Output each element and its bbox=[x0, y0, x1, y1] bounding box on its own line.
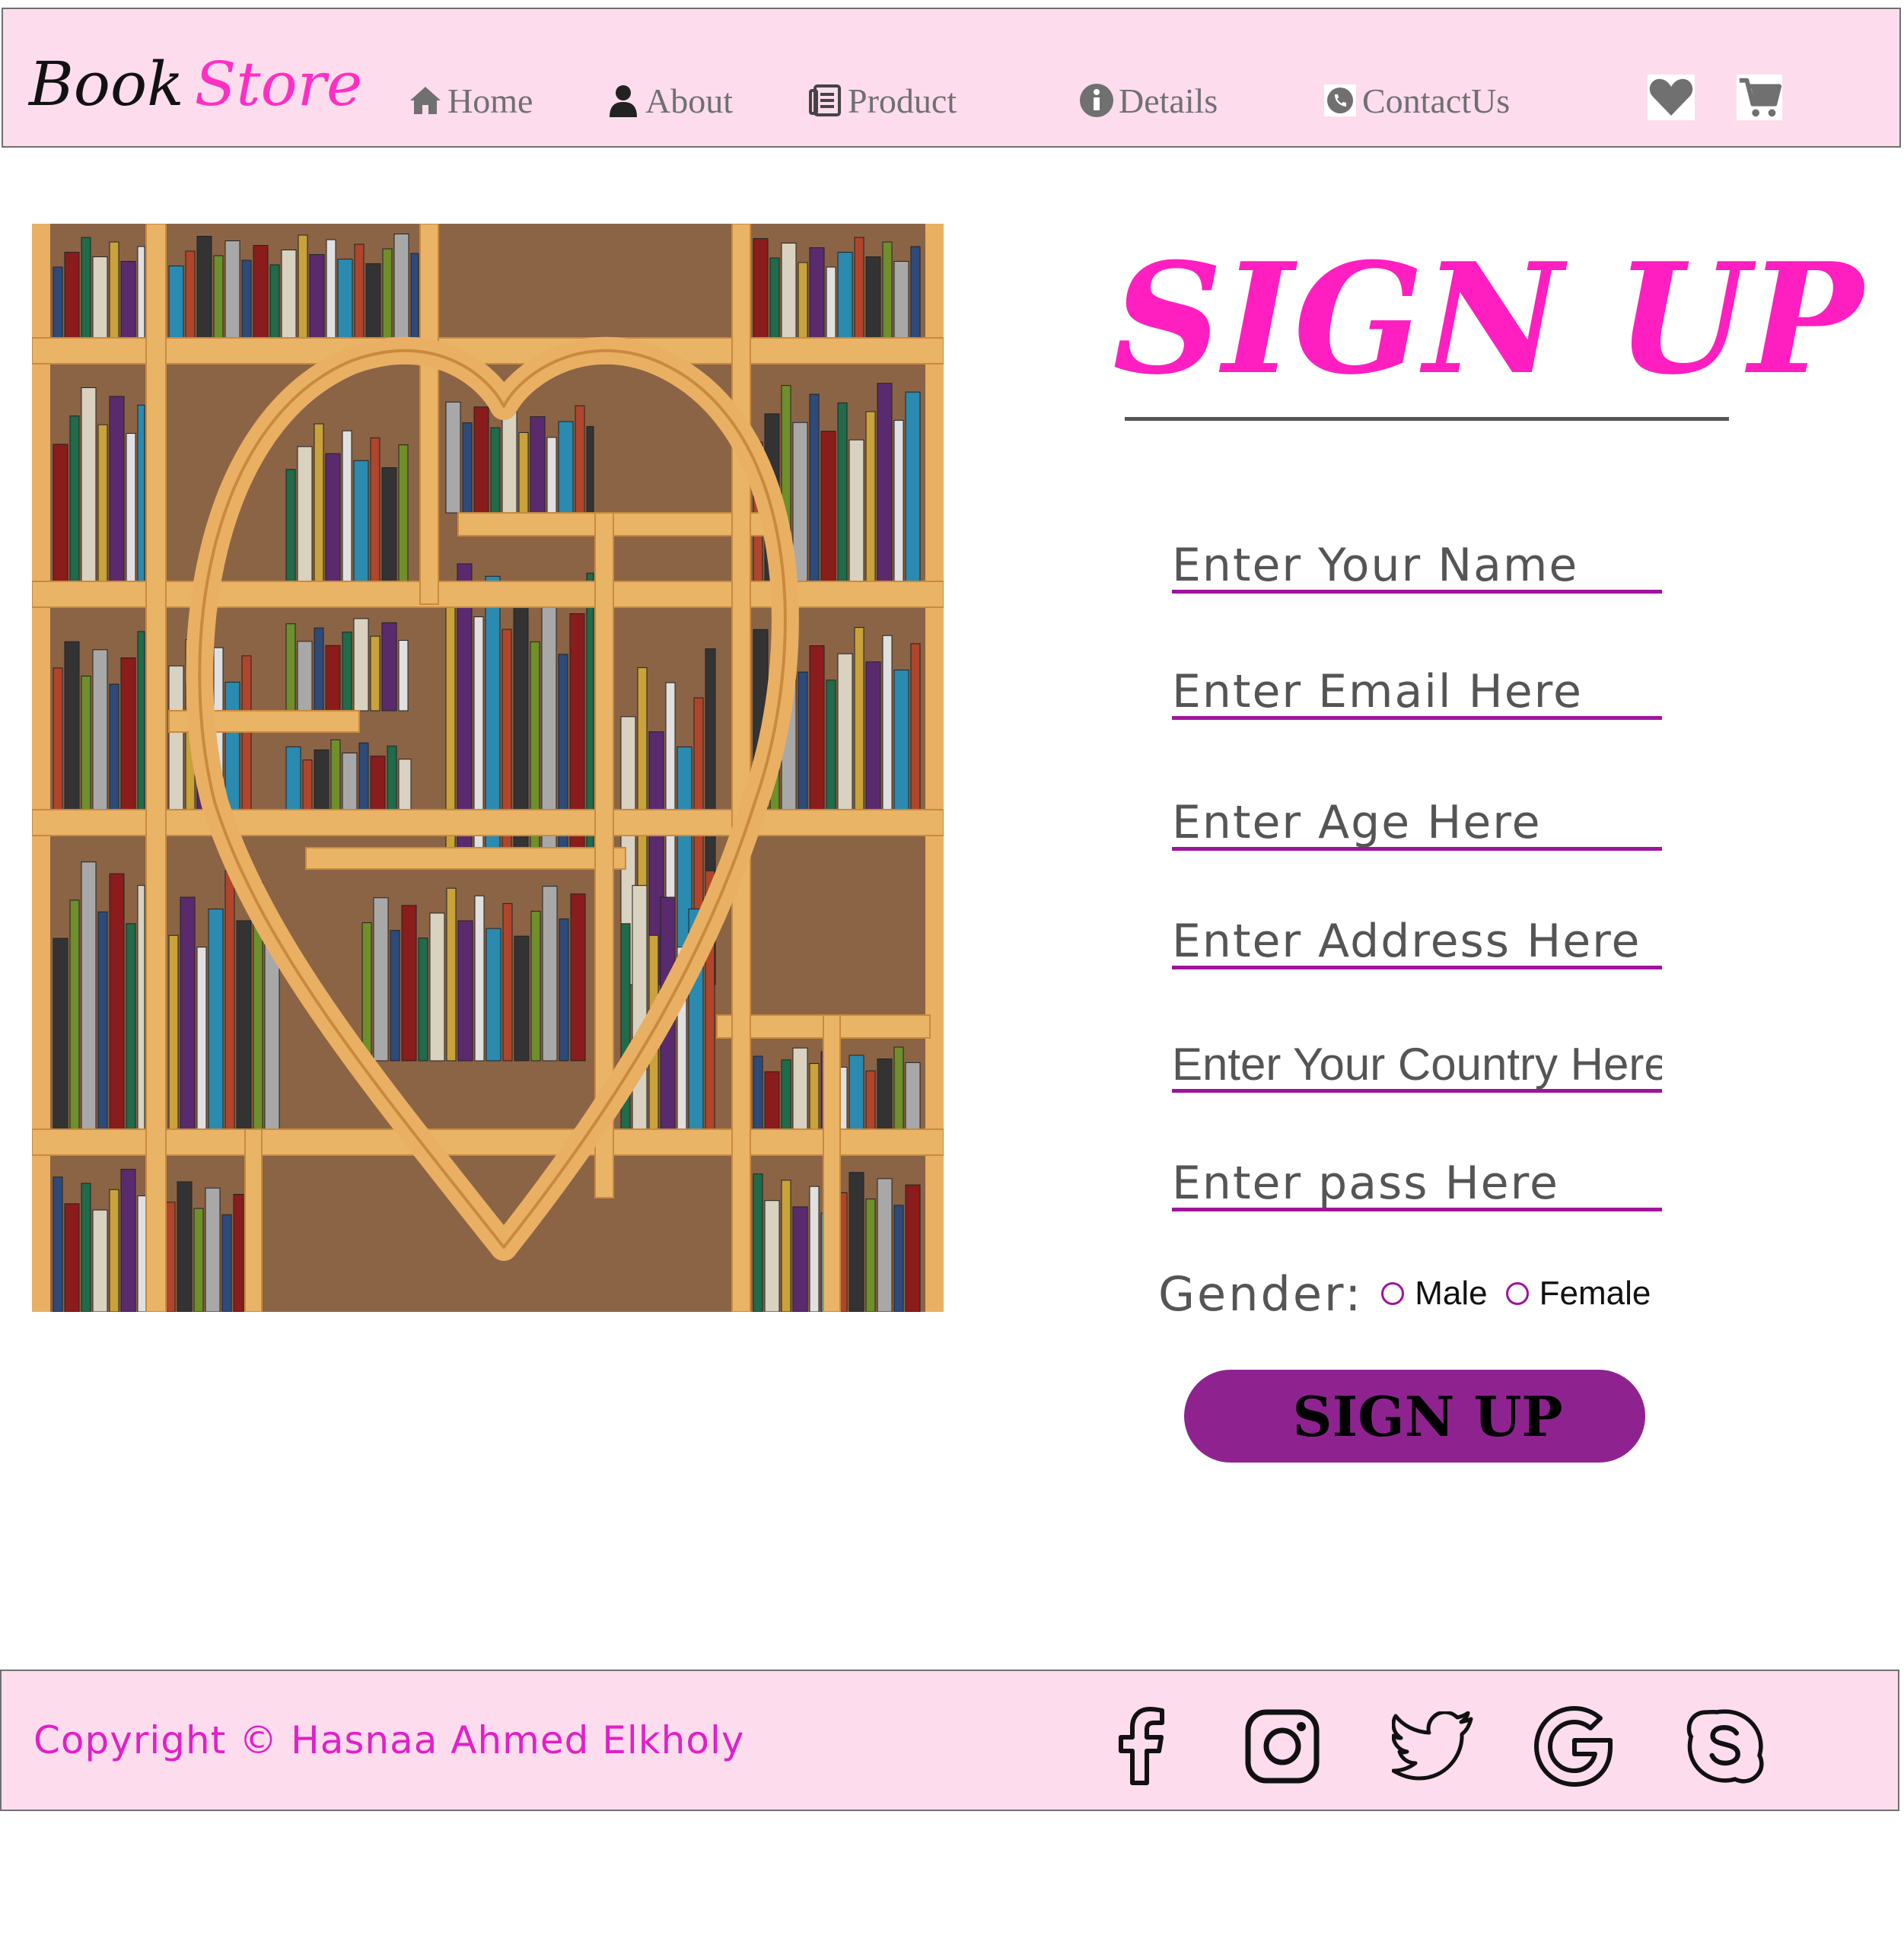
country-field[interactable] bbox=[1172, 1039, 1662, 1093]
phone-icon bbox=[1323, 83, 1358, 118]
address-field[interactable] bbox=[1172, 916, 1662, 969]
document-icon bbox=[808, 83, 843, 118]
name-field[interactable] bbox=[1172, 540, 1662, 594]
nav-details-label: Details bbox=[1119, 81, 1218, 120]
signup-button[interactable]: SIGN UP bbox=[1184, 1370, 1645, 1463]
female-label: Female bbox=[1539, 1275, 1651, 1312]
nav-product[interactable]: Product bbox=[808, 70, 957, 131]
copyright-text: Copyright © Hasnaa Ahmed Elkholy bbox=[33, 1718, 745, 1762]
heart-bookshelf-image bbox=[31, 223, 944, 1313]
skype-icon[interactable] bbox=[1685, 1705, 1769, 1788]
user-icon bbox=[606, 83, 641, 118]
gender-selector: Gender: Male Female bbox=[1158, 1263, 1669, 1324]
age-field[interactable] bbox=[1172, 797, 1662, 851]
google-icon[interactable] bbox=[1533, 1705, 1616, 1788]
gender-label: Gender: bbox=[1158, 1265, 1364, 1322]
twitter-icon[interactable] bbox=[1391, 1705, 1475, 1788]
logo-store-text: Store bbox=[194, 49, 363, 119]
info-icon bbox=[1079, 83, 1114, 118]
footer: Copyright © Hasnaa Ahmed Elkholy bbox=[0, 1670, 1899, 1811]
male-radio[interactable] bbox=[1381, 1282, 1405, 1305]
cart-icon[interactable] bbox=[1735, 73, 1784, 122]
email-field[interactable] bbox=[1172, 667, 1662, 720]
facebook-icon[interactable] bbox=[1100, 1705, 1184, 1788]
nav-contactus-label: ContactUs bbox=[1362, 81, 1511, 120]
instagram-icon[interactable] bbox=[1240, 1705, 1324, 1788]
nav-details[interactable]: Details bbox=[1079, 70, 1218, 131]
logo[interactable]: Book Store bbox=[29, 49, 362, 119]
nav-about[interactable]: About bbox=[606, 70, 733, 131]
password-field[interactable] bbox=[1172, 1158, 1662, 1211]
nav-contactus[interactable]: ContactUs bbox=[1323, 70, 1510, 131]
female-radio[interactable] bbox=[1505, 1282, 1529, 1305]
nav-home[interactable]: Home bbox=[408, 70, 533, 131]
logo-book-text: Book bbox=[29, 49, 184, 119]
top-navbar: Book Store Home About Product Details Con… bbox=[2, 8, 1901, 148]
nav-home-label: Home bbox=[447, 81, 533, 120]
nav-about-label: About bbox=[645, 81, 733, 120]
heart-icon[interactable] bbox=[1647, 73, 1695, 122]
nav-product-label: Product bbox=[848, 81, 957, 120]
title-divider bbox=[1125, 417, 1729, 421]
signup-title: SIGN UP bbox=[1113, 230, 1864, 409]
male-label: Male bbox=[1415, 1275, 1488, 1312]
home-icon bbox=[408, 83, 443, 118]
